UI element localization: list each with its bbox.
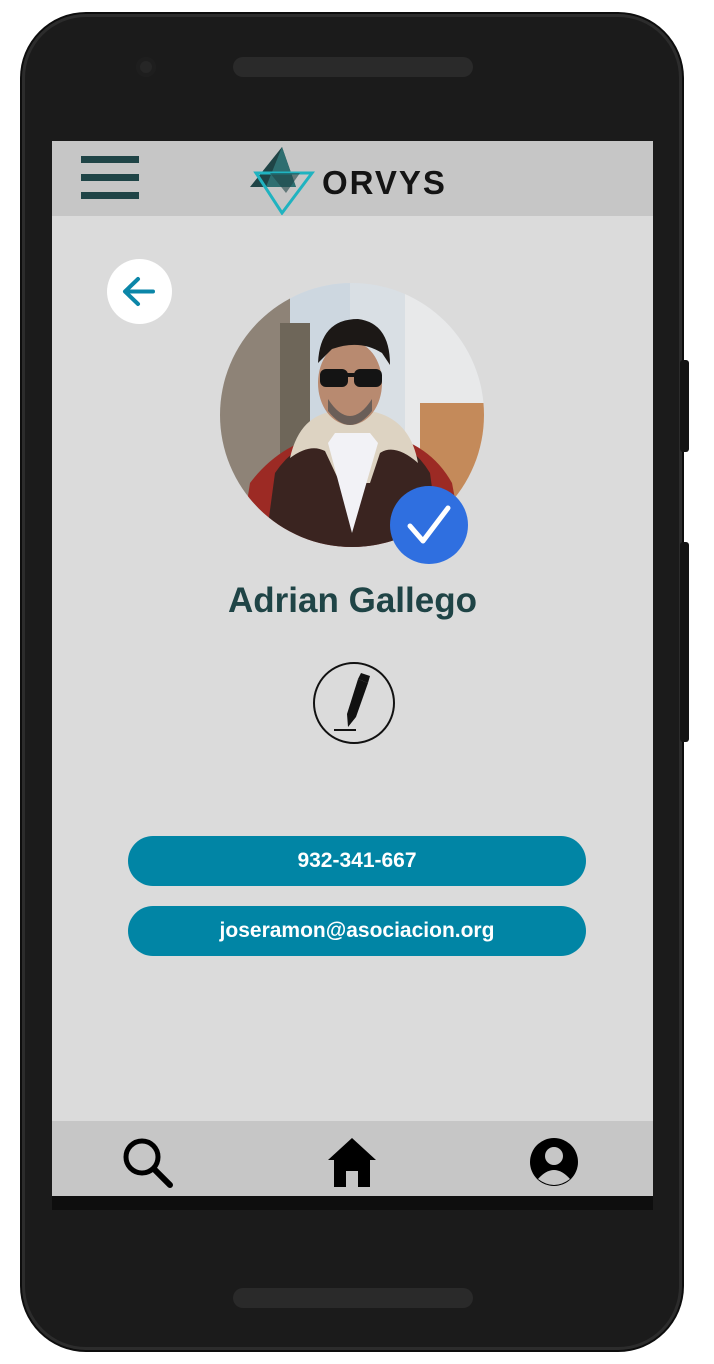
bottom-speaker — [233, 1288, 473, 1308]
edit-profile-button[interactable] — [312, 661, 396, 745]
profile-name: Adrian Gallego — [228, 581, 477, 620]
pencil-icon — [313, 662, 395, 744]
verified-badge — [390, 486, 468, 564]
back-button[interactable] — [107, 259, 172, 324]
phone-number-button[interactable]: 932-341-667 — [128, 836, 586, 886]
hamburger-menu-icon[interactable] — [81, 154, 139, 202]
system-bar — [52, 1196, 653, 1210]
checkmark-icon — [407, 505, 451, 544]
app-screen: ORVYS Adrian Gallego 932-341-667 joseram… — [52, 141, 653, 1210]
top-app-bar: ORVYS — [52, 141, 653, 216]
power-button — [680, 360, 689, 452]
brand-name: ORVYS — [322, 164, 447, 201]
volume-button — [680, 542, 689, 742]
arrow-left-icon — [123, 277, 155, 306]
user-icon[interactable] — [527, 1135, 581, 1189]
front-camera — [136, 57, 156, 77]
email-address-button[interactable]: joseramon@asociacion.org — [128, 906, 586, 956]
home-icon[interactable] — [325, 1135, 379, 1189]
bottom-navigation — [52, 1121, 653, 1196]
search-icon[interactable] — [120, 1135, 174, 1189]
logo-mark-icon — [250, 147, 315, 215]
brand-logo: ORVYS — [246, 145, 466, 215]
earpiece-speaker — [233, 57, 473, 77]
